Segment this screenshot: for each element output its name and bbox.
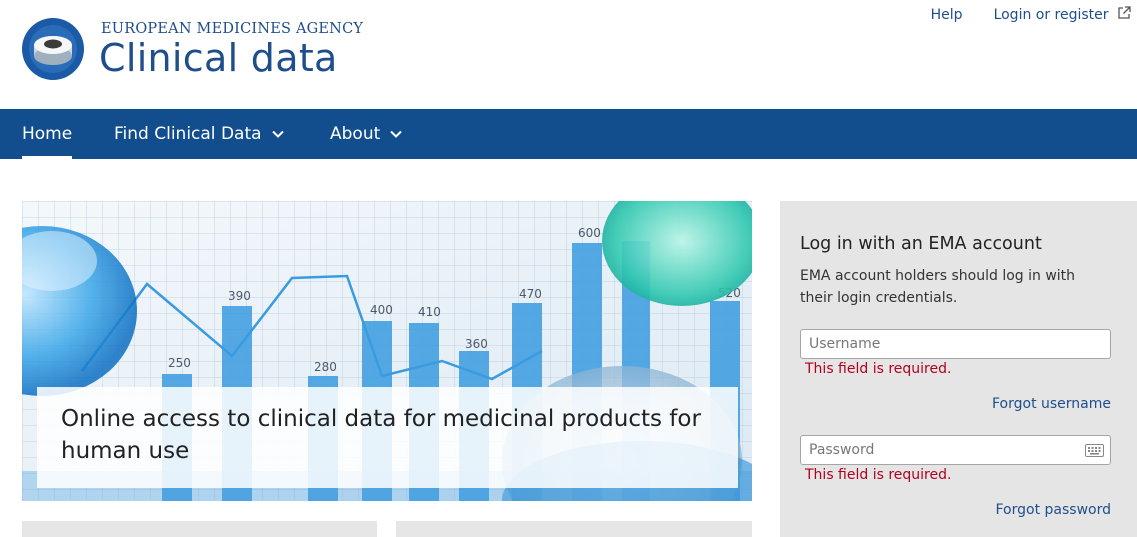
site-title[interactable]: Clinical data: [99, 36, 338, 80]
nav-home-label: Home: [22, 124, 73, 144]
nav-find-clinical-data[interactable]: Find Clinical Data: [114, 109, 284, 159]
hero-chart-label: 600: [578, 226, 601, 240]
hero-chart-label: 400: [370, 303, 393, 317]
username-error: This field is required.: [805, 361, 952, 377]
forgot-password-link[interactable]: Forgot password: [996, 502, 1112, 518]
help-link[interactable]: Help: [931, 7, 963, 23]
external-link-icon: [1118, 6, 1131, 19]
hero-chart-label: 410: [418, 305, 441, 319]
nav-home[interactable]: Home: [22, 109, 73, 159]
ema-logo-icon[interactable]: [22, 18, 84, 80]
password-input[interactable]: [801, 436, 1110, 464]
hero-chart-label: 280: [314, 360, 337, 374]
login-register-link[interactable]: Login or register: [994, 6, 1131, 23]
main-nav: Home Find Clinical Data About: [0, 109, 1137, 159]
keyboard-icon[interactable]: [1085, 444, 1104, 457]
login-register-label: Login or register: [993, 7, 1109, 23]
hero-caption: Online access to clinical data for medic…: [37, 387, 738, 488]
username-field[interactable]: [800, 329, 1111, 359]
content-card[interactable]: [396, 521, 752, 537]
hero-chart-label: 470: [519, 287, 542, 301]
hero-banner: 390 250 280 400 410 360 470 600 520 Onli…: [22, 201, 752, 501]
hero-chart-label: 360: [465, 337, 488, 351]
login-panel: Log in with an EMA account EMA account h…: [780, 201, 1137, 537]
site-header: EUROPEAN MEDICINES AGENCY Clinical data …: [0, 0, 1137, 109]
nav-about-label: About: [330, 124, 381, 144]
login-title: Log in with an EMA account: [800, 234, 1042, 254]
chevron-down-icon: [390, 130, 402, 138]
hero-chart-label: 390: [228, 289, 251, 303]
chevron-down-icon: [271, 130, 284, 138]
nav-find-label: Find Clinical Data: [114, 124, 262, 144]
utility-links: Help Login or register: [931, 6, 1131, 23]
password-error: This field is required.: [805, 467, 952, 483]
nav-about[interactable]: About: [330, 109, 402, 159]
username-input[interactable]: [801, 330, 1110, 358]
agency-name: EUROPEAN MEDICINES AGENCY: [101, 21, 364, 37]
content-card[interactable]: [22, 521, 377, 537]
login-description: EMA account holders should log in with t…: [800, 268, 1076, 306]
hero-chart-label: 250: [168, 356, 191, 370]
forgot-username-link[interactable]: Forgot username: [992, 396, 1111, 412]
password-field[interactable]: [800, 435, 1111, 465]
